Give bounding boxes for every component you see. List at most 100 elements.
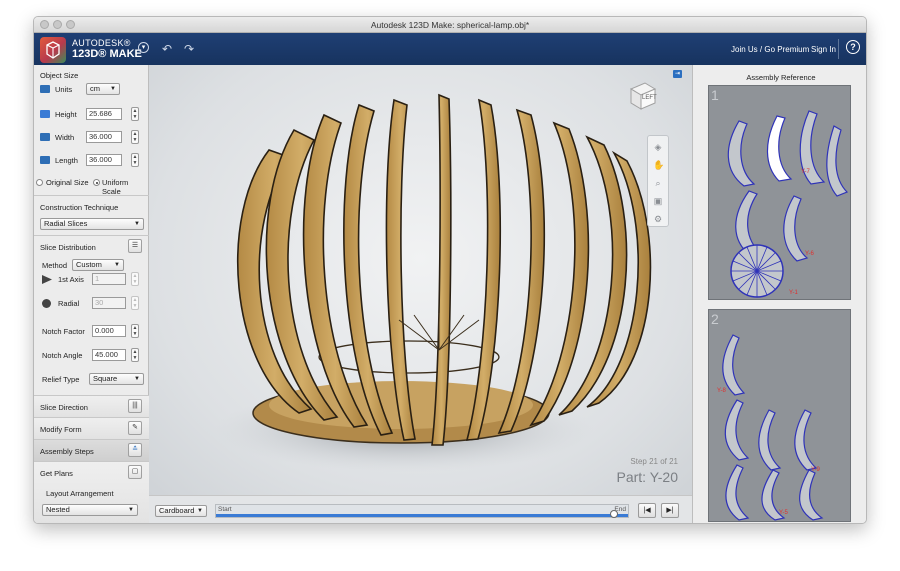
uniform-scale-radio[interactable] [93, 179, 100, 186]
construction-value: Radial Slices [44, 219, 88, 228]
previous-step-button[interactable]: |◀ [638, 503, 656, 518]
notch-angle-input[interactable]: 45.000 [92, 349, 126, 361]
part-tag: Y-5 [779, 510, 788, 516]
sheet-1-parts [727, 110, 849, 298]
part-tag: Y-1 [789, 290, 798, 296]
reference-sheet-2[interactable]: 2 Y-8 Y-9 Y-5 [708, 309, 851, 522]
app-header: AUTODESK® 123D® MAKE ▾ ↶ ↷ Join Us / Go … [34, 33, 866, 65]
units-label: Units [55, 85, 73, 94]
length-stepper[interactable]: ▲ ▼ [131, 153, 139, 167]
units-select[interactable]: cm ▼ [86, 83, 120, 95]
modify-form-label: Modify Form [40, 425, 82, 434]
slice-direction-label: Slice Direction [40, 403, 88, 412]
part-tag: Y-6 [805, 251, 814, 257]
radial-stepper[interactable]: ▲ ▼ [131, 296, 139, 310]
fit-view-icon[interactable]: ▣ [653, 196, 663, 206]
construction-heading: Construction Technique [40, 203, 119, 212]
method-value: Custom [76, 260, 102, 269]
step-timeline[interactable]: Start End [215, 504, 629, 518]
app-menu-chevron-icon[interactable]: ▾ [138, 42, 149, 53]
height-input[interactable]: 25.686 [86, 108, 122, 120]
relief-type-value: Square [93, 374, 118, 383]
modify-form-icon[interactable]: ✎ [128, 421, 142, 435]
material-select[interactable]: Cardboard ▼ [155, 505, 207, 517]
width-input[interactable]: 36.000 [86, 131, 122, 143]
method-select[interactable]: Custom ▼ [72, 259, 124, 271]
viewcube-face-label: LEFT [642, 95, 657, 101]
construction-select[interactable]: Radial Slices ▼ [40, 218, 144, 230]
next-step-button[interactable]: ▶| [661, 503, 679, 518]
radial-label: Radial [58, 299, 80, 308]
height-icon [40, 110, 50, 118]
original-size-label: Original Size [46, 178, 89, 187]
list-icon[interactable]: ☰ [128, 239, 142, 253]
layout-value: Nested [46, 505, 70, 514]
modify-form-section[interactable]: Modify Form ✎ [34, 417, 149, 439]
width-stepper[interactable]: ▲ ▼ [131, 130, 139, 144]
layout-arrangement-label: Layout Arrangement [46, 489, 114, 498]
get-plans-section: Get Plans ▢ Layout Arrangement Nested ▼ [34, 461, 149, 523]
app-logo[interactable] [40, 37, 66, 63]
width-icon [40, 133, 50, 141]
slice-direction-section[interactable]: Slice Direction ||| [34, 395, 149, 417]
assembly-reference-title: Assembly Reference [746, 73, 816, 82]
relief-type-label: Relief Type [42, 375, 80, 384]
radial-dot-icon [42, 299, 51, 308]
first-axis-label: 1st Axis [58, 275, 84, 284]
length-input[interactable]: 36.000 [86, 154, 122, 166]
original-size-radio[interactable] [36, 179, 43, 186]
help-icon[interactable]: ? [846, 40, 860, 54]
orbit-icon[interactable]: ◈ [653, 142, 663, 152]
viewcube[interactable]: LEFT [627, 79, 659, 111]
height-label: Height [55, 110, 77, 119]
width-label: Width [55, 133, 75, 142]
zoom-icon[interactable]: ⌕ [653, 178, 663, 188]
part-label: Part: Y-20 [616, 469, 679, 485]
part-tag: Y-7 [801, 169, 810, 175]
first-axis-stepper[interactable]: ▲ ▼ [131, 272, 139, 286]
brand-line-1: AUTODESK® [72, 38, 131, 48]
notch-factor-stepper[interactable]: ▲ ▼ [131, 324, 139, 338]
chevron-down-icon: ▼ [114, 262, 120, 268]
assembly-reference-panel: Assembly Reference 1 Y-7 Y-6 Y-1 2 Y-8 Y… [692, 65, 866, 523]
slice-direction-icon[interactable]: ||| [128, 399, 142, 413]
assembly-steps-label: Assembly Steps [40, 447, 94, 456]
notch-angle-stepper[interactable]: ▲ ▼ [131, 348, 139, 362]
uniform-scale-label: Uniform Scale [102, 178, 129, 196]
first-axis-input[interactable]: 1 [92, 273, 126, 285]
chevron-down-icon: ▼ [197, 508, 203, 514]
3d-viewport[interactable]: LEFT ⇥ ◈ ✋ ⌕ ▣ ⚙ Step 21 of 21 Part: Y-2… [149, 65, 692, 495]
bottom-toolbar: Cardboard ▼ Start End |◀ ▶| [149, 495, 692, 523]
relief-type-select[interactable]: Square ▼ [89, 373, 144, 385]
reference-sheet-1[interactable]: 1 Y-7 Y-6 Y-1 [708, 85, 851, 300]
redo-icon[interactable]: ↷ [184, 42, 194, 56]
notch-factor-input[interactable]: 0.000 [92, 325, 126, 337]
expand-icon[interactable]: ⇥ [673, 70, 682, 78]
length-label: Length [55, 156, 78, 165]
assembly-steps-section[interactable]: Assembly Steps ≛ [34, 439, 149, 461]
sheet-2-parts [722, 334, 824, 521]
settings-icon[interactable]: ⚙ [653, 214, 663, 224]
get-plans-label: Get Plans [40, 469, 73, 478]
join-premium-link[interactable]: Join Us / Go Premium [731, 45, 809, 54]
get-plans-icon[interactable]: ▢ [128, 465, 142, 479]
chevron-down-icon: ▼ [134, 221, 140, 227]
length-icon [40, 156, 50, 164]
timeline-handle[interactable] [610, 510, 618, 518]
object-size-heading: Object Size [40, 71, 79, 80]
units-value: cm [90, 84, 100, 93]
layout-select[interactable]: Nested ▼ [42, 504, 138, 516]
sign-in-link[interactable]: Sign In [811, 45, 836, 54]
lamp-model[interactable] [149, 65, 692, 495]
assembly-steps-icon[interactable]: ≛ [128, 443, 142, 457]
notch-angle-label: Notch Angle [42, 351, 83, 360]
units-icon [40, 85, 50, 93]
header-divider [838, 39, 839, 59]
step-counter: Step 21 of 21 [630, 457, 678, 466]
chevron-down-icon: ▼ [134, 376, 140, 382]
logo-icon [46, 41, 60, 59]
radial-input[interactable]: 30 [92, 297, 126, 309]
height-stepper[interactable]: ▲ ▼ [131, 107, 139, 121]
undo-icon[interactable]: ↶ [162, 42, 172, 56]
pan-hand-icon[interactable]: ✋ [653, 160, 664, 170]
